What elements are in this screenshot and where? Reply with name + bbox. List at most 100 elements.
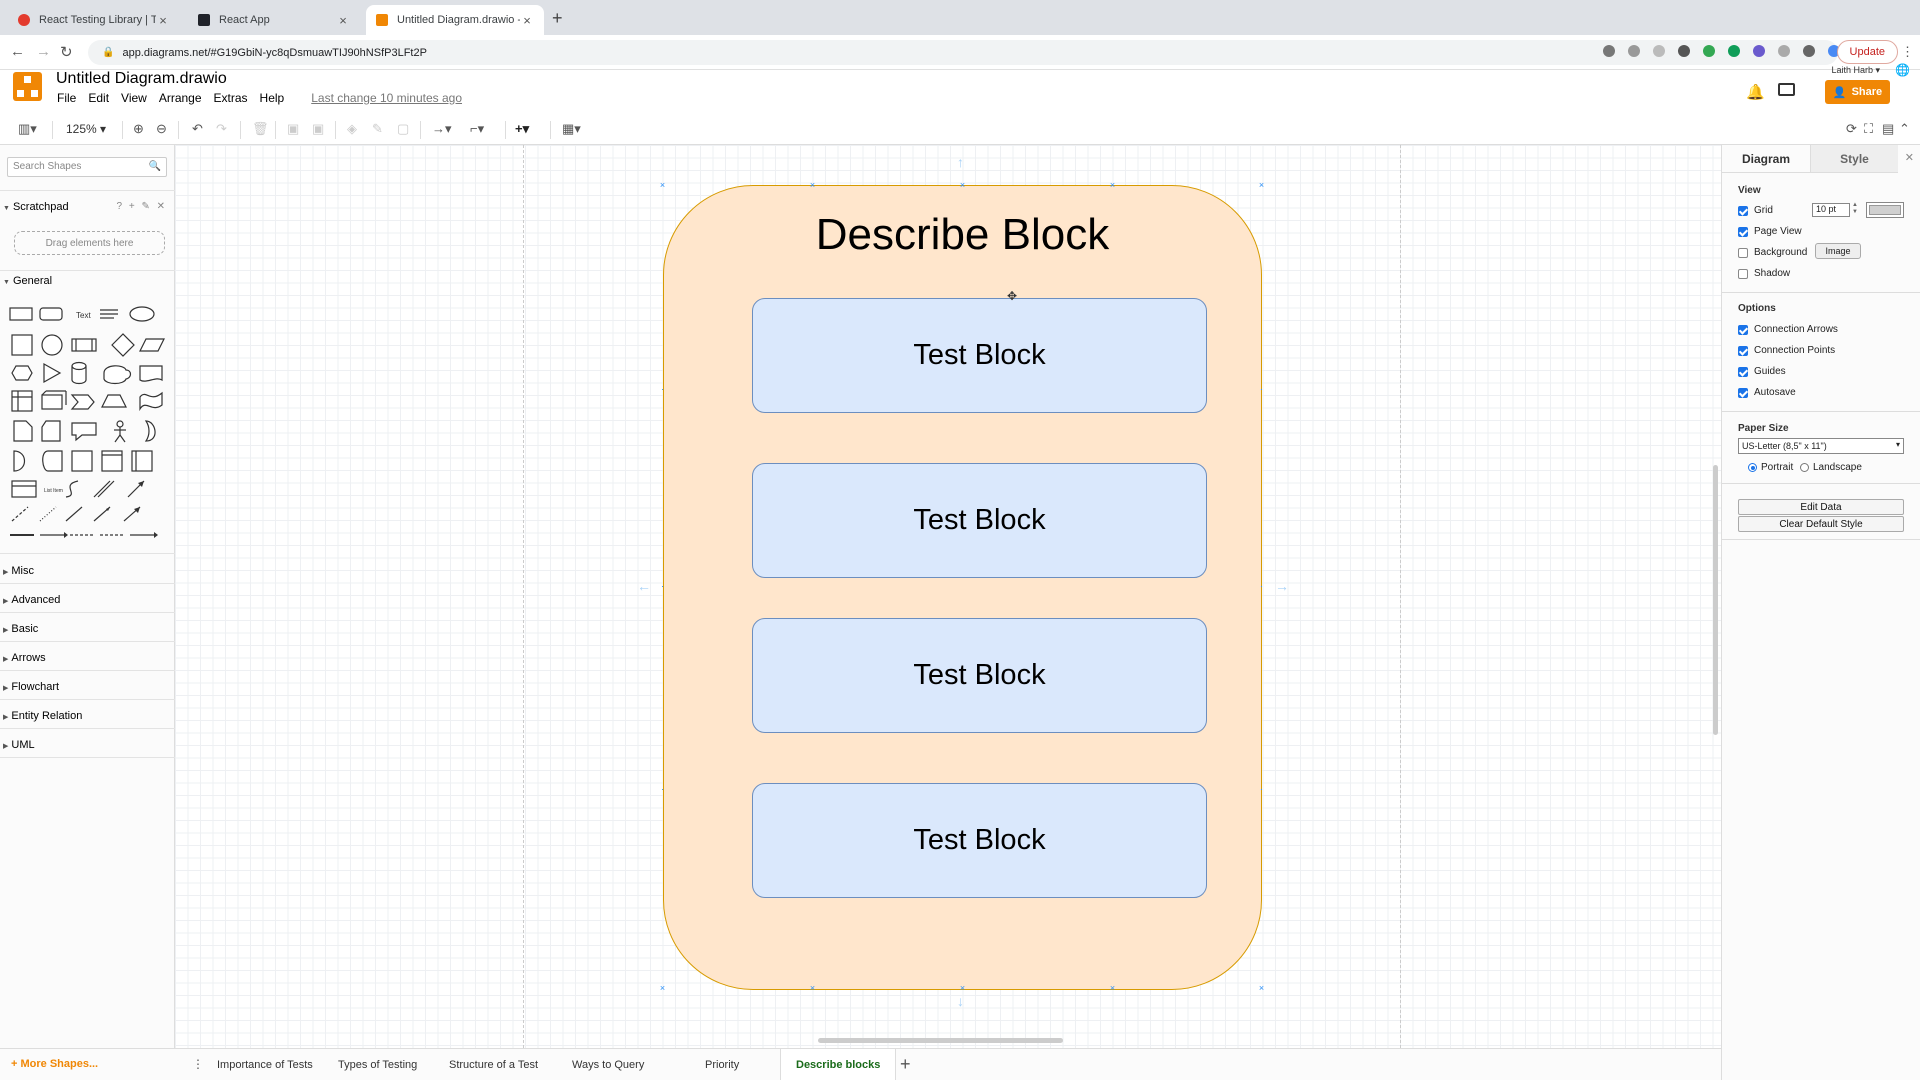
browser-tab-1[interactable]: React App × <box>188 5 360 35</box>
add-page-icon[interactable]: + <box>900 1054 911 1075</box>
general-shapes-palette[interactable]: Text List Item <box>6 303 168 543</box>
pages-menu-icon[interactable]: ⋮ <box>192 1057 204 1071</box>
collapse-icon[interactable]: ⌃ <box>1899 121 1910 137</box>
sidebar-section-basic[interactable]: ▶ Basic <box>0 623 175 635</box>
sidebar-section-flowchart[interactable]: ▶ Flowchart <box>0 681 175 693</box>
browser-tab-2[interactable]: Untitled Diagram.drawio - diag × <box>366 5 544 35</box>
connection-arrows-option[interactable]: Connection Arrows <box>1738 324 1838 335</box>
landscape-option[interactable]: Landscape <box>1800 462 1862 473</box>
guides-checkbox[interactable] <box>1738 366 1748 377</box>
page-view-checkbox[interactable] <box>1738 226 1748 237</box>
menu-file[interactable]: File <box>57 91 76 105</box>
vertical-scrollbar[interactable] <box>1713 465 1718 735</box>
connect-arrow-up-icon[interactable]: ↑ <box>957 155 964 169</box>
extension-icon[interactable] <box>1603 45 1615 57</box>
connection-points-option[interactable]: Connection Points <box>1738 345 1835 356</box>
general-header[interactable]: ▼ General <box>0 275 175 287</box>
menu-view[interactable]: View <box>121 91 147 105</box>
resize-handle[interactable]: × <box>1258 181 1265 190</box>
edit-data-button[interactable]: Edit Data <box>1738 499 1904 515</box>
sidebar-section-misc[interactable]: ▶ Misc <box>0 565 175 577</box>
close-tab-icon[interactable]: × <box>336 13 350 28</box>
url-field[interactable]: 🔒 app.diagrams.net/#G19GbiN-yc8qDsmuawTI… <box>88 40 1838 65</box>
landscape-radio[interactable] <box>1800 463 1809 472</box>
resize-handle[interactable]: · <box>1258 785 1265 794</box>
page-tab-describe-blocks[interactable]: Describe blocks <box>780 1049 897 1080</box>
document-title[interactable]: Untitled Diagram.drawio <box>56 70 227 88</box>
share-button[interactable]: 👤 Share <box>1825 80 1890 104</box>
update-button[interactable]: Update <box>1836 40 1898 64</box>
puzzle-icon[interactable] <box>1803 45 1815 57</box>
extension-icon[interactable] <box>1628 45 1640 57</box>
clear-default-style-button[interactable]: Clear Default Style <box>1738 516 1904 532</box>
comments-icon[interactable] <box>1778 83 1795 96</box>
more-shapes-button[interactable]: + More Shapes... <box>11 1058 98 1070</box>
last-change-link[interactable]: Last change 10 minutes ago <box>311 91 462 105</box>
test-block[interactable]: Test Block <box>752 618 1207 733</box>
background-image-button[interactable]: Image <box>1815 243 1861 259</box>
autosave-checkbox[interactable] <box>1738 387 1748 398</box>
menu-arrange[interactable]: Arrange <box>159 91 202 105</box>
connection-icon[interactable]: →▾ <box>432 121 452 137</box>
resize-handle[interactable]: × <box>959 181 966 190</box>
close-tab-icon[interactable]: × <box>156 13 170 28</box>
user-name[interactable]: Laith Harb ▾ <box>1831 65 1880 76</box>
resize-handle[interactable]: × <box>659 181 666 190</box>
autosave-option[interactable]: Autosave <box>1738 387 1796 398</box>
grid-option[interactable]: Grid <box>1738 205 1773 216</box>
bell-icon[interactable]: 🔔 <box>1746 83 1765 101</box>
delete-icon[interactable]: 🗑 <box>252 121 269 137</box>
redo-icon[interactable]: ↷ <box>216 121 227 137</box>
to-front-icon[interactable]: ▣ <box>287 121 299 137</box>
resize-handle[interactable]: × <box>1258 984 1265 993</box>
connection-arrows-checkbox[interactable] <box>1738 324 1748 335</box>
scratchpad-dropzone[interactable]: Drag elements here <box>14 231 165 255</box>
back-icon[interactable]: ← <box>10 43 25 60</box>
sidebar-section-uml[interactable]: ▶ UML <box>0 739 175 751</box>
resize-handle[interactable]: · <box>1258 582 1265 591</box>
resize-handle[interactable]: × <box>659 984 666 993</box>
resize-handle[interactable]: × <box>1109 984 1116 993</box>
reload-icon[interactable]: ↻ <box>60 43 73 61</box>
extension-icon[interactable] <box>1703 45 1715 57</box>
background-checkbox[interactable] <box>1738 247 1748 258</box>
format-panel-toggle-icon[interactable]: ▥▾ <box>18 121 37 137</box>
globe-icon[interactable]: 🌐 <box>1895 63 1910 77</box>
describe-block-container[interactable]: Describe Block Test Block Test Block Tes… <box>663 185 1262 990</box>
sidebar-section-advanced[interactable]: ▶ Advanced <box>0 594 175 606</box>
scratchpad-header[interactable]: ▼ Scratchpad ? + ✎ ✕ <box>0 201 175 213</box>
forward-icon[interactable]: → <box>36 43 51 60</box>
extension-icon[interactable] <box>1728 45 1740 57</box>
test-block[interactable]: Test Block <box>752 463 1207 578</box>
grid-checkbox[interactable] <box>1738 205 1748 216</box>
shadow-option[interactable]: Shadow <box>1738 268 1790 279</box>
guides-option[interactable]: Guides <box>1738 366 1786 377</box>
page-tab-importance-of-tests[interactable]: Importance of Tests <box>217 1049 313 1080</box>
resize-handle[interactable]: × <box>809 984 816 993</box>
connection-points-checkbox[interactable] <box>1738 345 1748 356</box>
resize-handle[interactable]: × <box>809 181 816 190</box>
search-icon[interactable]: 🔍 <box>149 161 161 172</box>
waypoints-icon[interactable]: ⌐▾ <box>470 121 484 137</box>
to-back-icon[interactable]: ▣ <box>312 121 324 137</box>
zoom-level[interactable]: 125% ▾ <box>66 122 106 136</box>
browser-tab-0[interactable]: React Testing Library | Testing × <box>8 5 180 35</box>
menu-help[interactable]: Help <box>260 91 285 105</box>
page-tab-types-of-testing[interactable]: Types of Testing <box>338 1049 417 1080</box>
resize-handle[interactable]: × <box>959 984 966 993</box>
sidebar-section-arrows[interactable]: ▶ Arrows <box>0 652 175 664</box>
shadow-icon[interactable]: ▢ <box>397 121 409 137</box>
fullscreen-icon[interactable]: ⛶ <box>1864 121 1873 137</box>
zoom-in-icon[interactable]: ⊕ <box>133 121 144 137</box>
grid-size-stepper-icon[interactable]: ▲ ▼ <box>1852 202 1858 216</box>
close-tab-icon[interactable]: × <box>520 13 534 28</box>
shadow-checkbox[interactable] <box>1738 268 1748 279</box>
close-panel-icon[interactable]: ✕ <box>1905 151 1914 164</box>
menu-edit[interactable]: Edit <box>88 91 109 105</box>
table-icon[interactable]: ▦▾ <box>562 121 581 137</box>
connect-arrow-left-icon[interactable]: ← <box>637 579 651 593</box>
zoom-out-icon[interactable]: ⊖ <box>156 121 167 137</box>
tab-diagram[interactable]: Diagram <box>1722 145 1810 173</box>
resize-handle[interactable]: × <box>1109 181 1116 190</box>
panel-icon[interactable]: ▤ <box>1882 121 1894 137</box>
